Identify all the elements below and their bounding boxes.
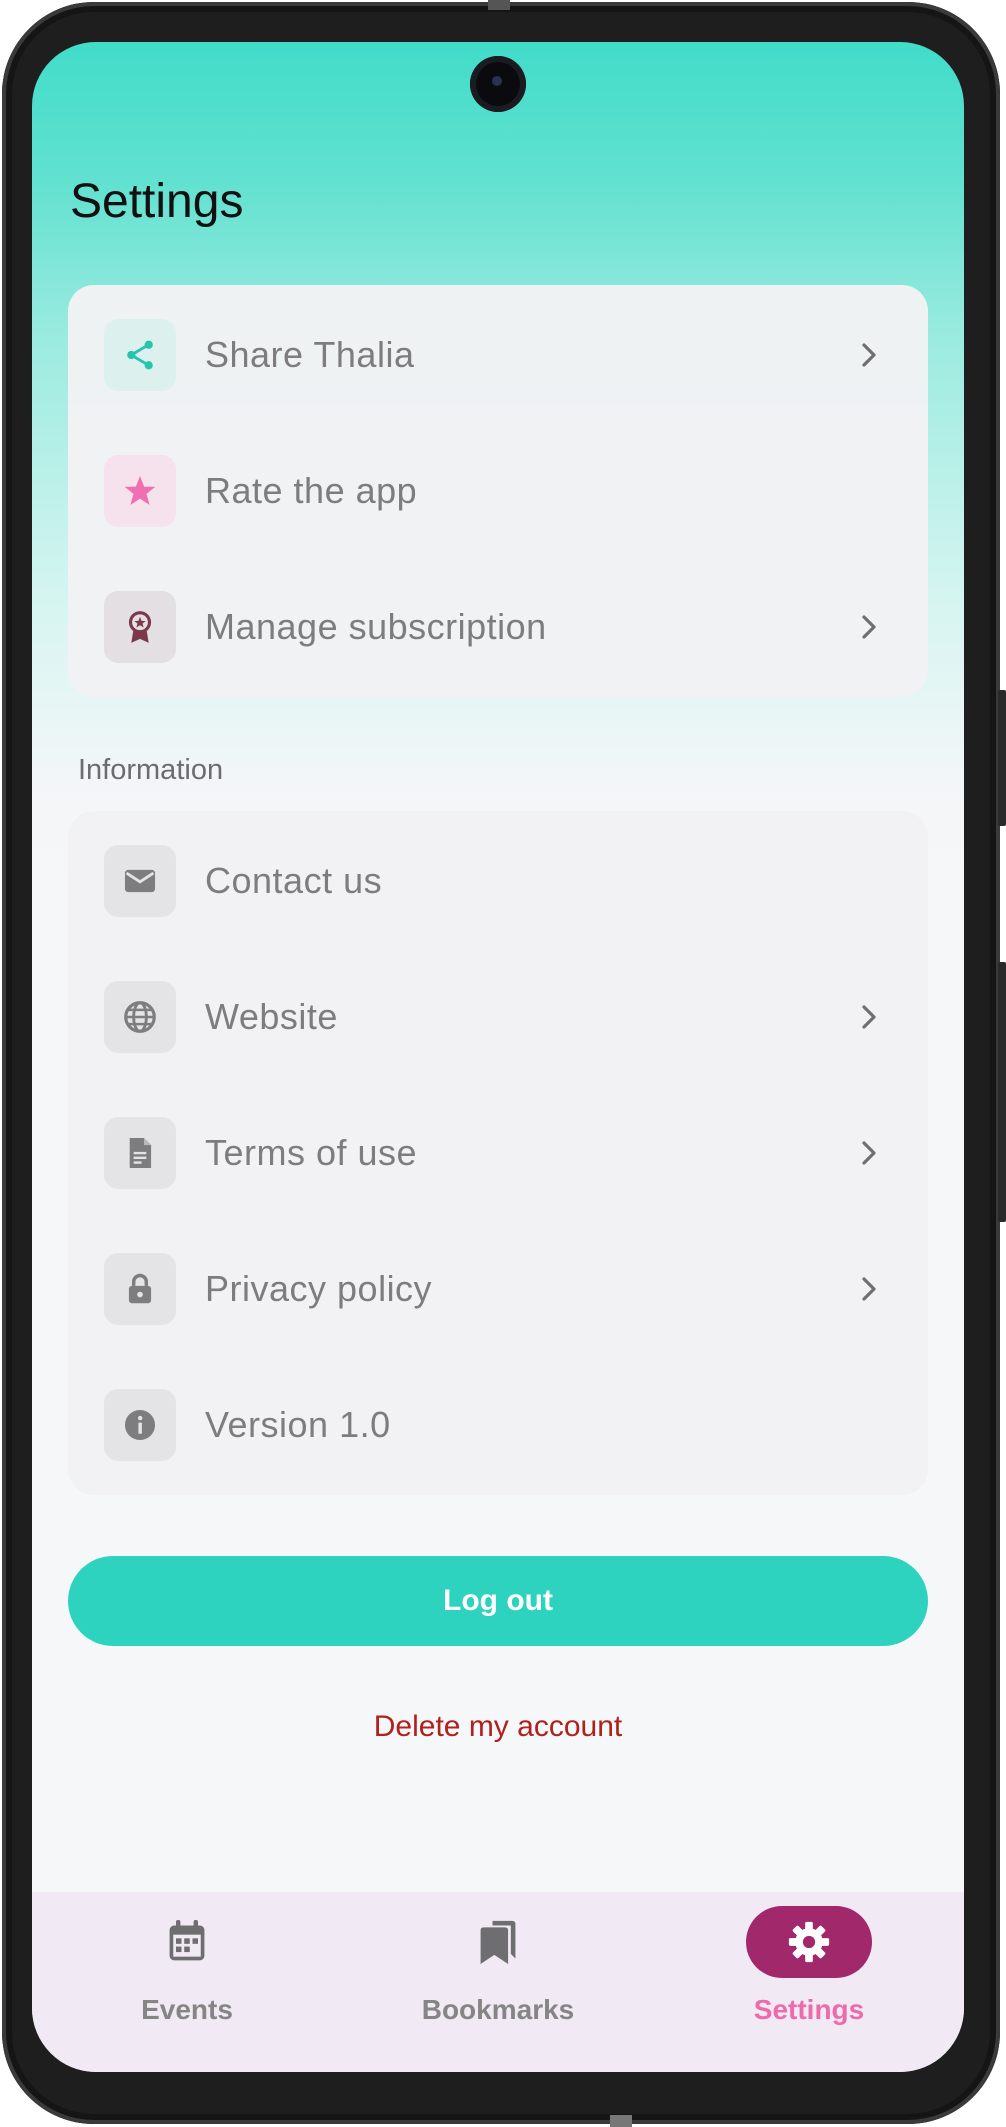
website-row[interactable]: Website: [68, 949, 928, 1085]
version-label: Version 1.0: [205, 1404, 391, 1445]
nav-item-bookmarks[interactable]: Bookmarks: [343, 1892, 653, 2072]
rate-app-label: Rate the app: [205, 470, 418, 511]
share-thalia-label: Share Thalia: [205, 334, 415, 375]
phone-frame: Settings Share Thalia Rate the app Manag…: [0, 0, 1006, 2127]
bookmarks-icon: [435, 1906, 561, 1978]
terms-of-use-row[interactable]: Terms of use: [68, 1085, 928, 1221]
nav-item-settings[interactable]: Settings: [654, 1892, 964, 2072]
information-card: Contact us Website Terms of use Privacy …: [68, 811, 928, 1495]
chevron-right-icon: [854, 612, 884, 642]
share-thalia-row[interactable]: Share Thalia: [68, 287, 928, 423]
screen: Settings Share Thalia Rate the app Manag…: [32, 42, 964, 2072]
globe-icon: [104, 981, 176, 1053]
nav-label-events: Events: [141, 1994, 233, 2025]
contact-us-row[interactable]: Contact us: [68, 813, 928, 949]
delete-account-link[interactable]: Delete my account: [32, 1710, 964, 1744]
nav-item-events[interactable]: Events: [32, 1892, 342, 2072]
front-camera: [470, 56, 526, 112]
nav-label-settings: Settings: [753, 1994, 865, 2025]
lock-icon: [104, 1253, 176, 1325]
website-label: Website: [205, 996, 338, 1037]
calendar-icon: [124, 1906, 250, 1978]
document-icon: [104, 1117, 176, 1189]
terms-of-use-label: Terms of use: [205, 1132, 418, 1173]
mail-icon: [104, 845, 176, 917]
contact-us-label: Contact us: [205, 860, 383, 901]
bottom-navigation: Events Bookmarks Settings: [32, 1892, 964, 2072]
power-button: [998, 962, 1006, 1222]
delete-account-label: Delete my account: [373, 1710, 623, 1743]
rate-app-row[interactable]: Rate the app: [68, 423, 928, 559]
chevron-right-icon: [854, 1138, 884, 1168]
gear-icon: [746, 1906, 872, 1978]
chevron-right-icon: [854, 1274, 884, 1304]
page-title: Settings: [70, 175, 244, 228]
share-icon: [104, 319, 176, 391]
award-ribbon-icon: [104, 591, 176, 663]
manage-subscription-label: Manage subscription: [205, 606, 547, 647]
chevron-right-icon: [854, 1002, 884, 1032]
volume-button: [998, 690, 1006, 826]
version-row: Version 1.0: [68, 1357, 928, 1493]
logout-button[interactable]: Log out: [68, 1556, 928, 1646]
privacy-policy-label: Privacy policy: [205, 1268, 433, 1309]
privacy-policy-row[interactable]: Privacy policy: [68, 1221, 928, 1357]
phone-bottom-port: [610, 2115, 632, 2127]
general-settings-card: Share Thalia Rate the app Manage subscri…: [68, 285, 928, 697]
manage-subscription-row[interactable]: Manage subscription: [68, 559, 928, 695]
information-section-title: Information: [78, 754, 224, 786]
nav-label-bookmarks: Bookmarks: [421, 1994, 575, 2025]
chevron-right-icon: [854, 340, 884, 370]
phone-top-notch: [488, 0, 510, 10]
star-icon: [104, 455, 176, 527]
info-icon: [104, 1389, 176, 1461]
